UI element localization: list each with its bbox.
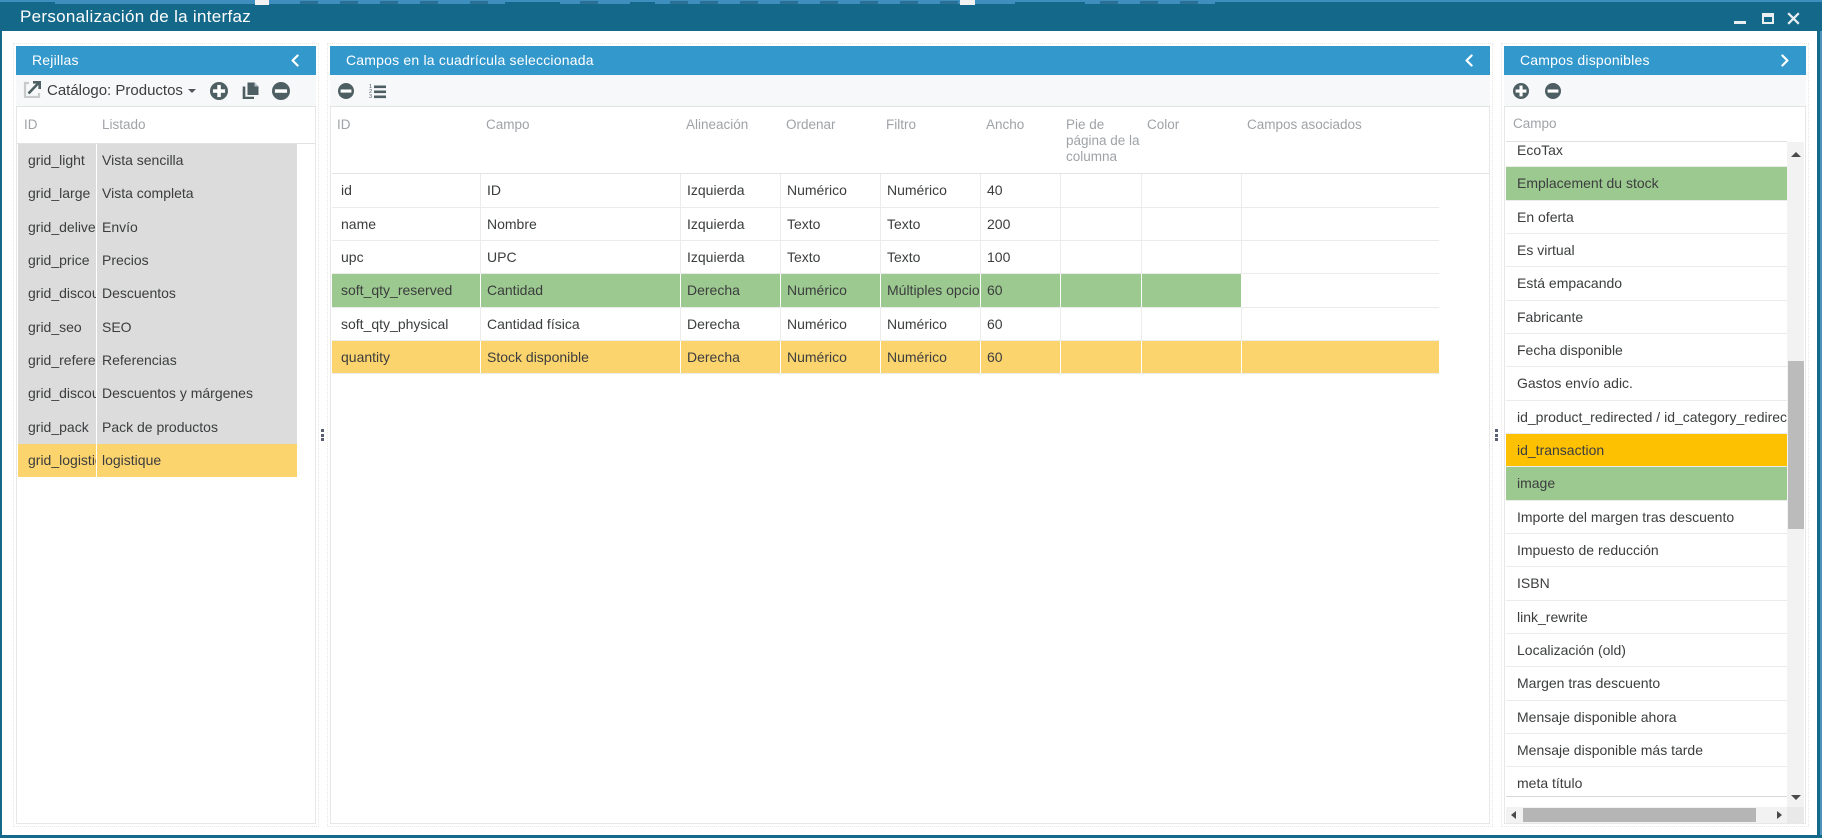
svg-text:3: 3 xyxy=(369,94,372,99)
